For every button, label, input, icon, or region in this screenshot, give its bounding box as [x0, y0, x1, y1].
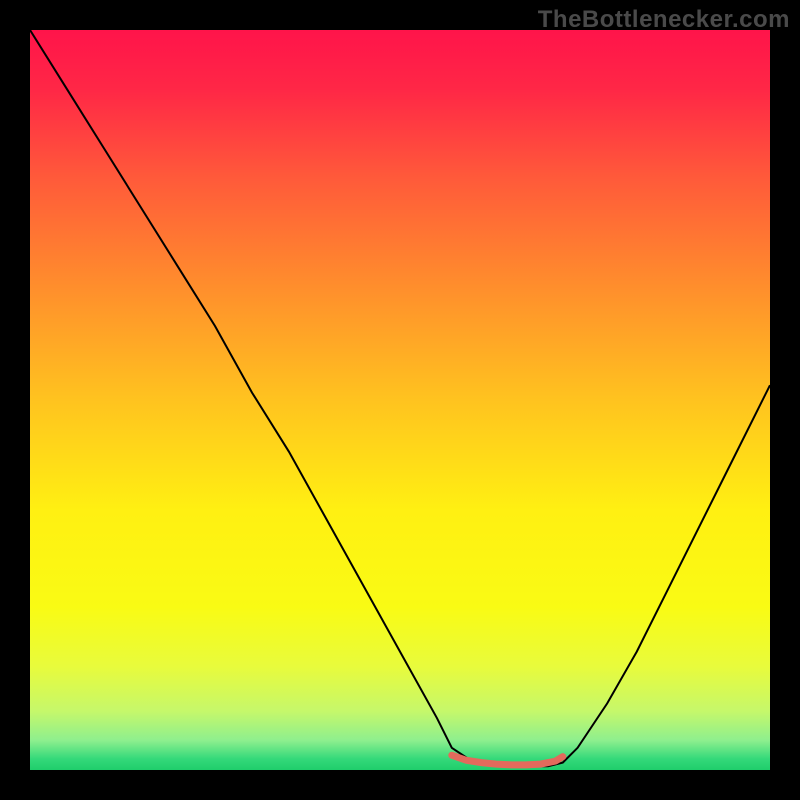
chart-frame	[30, 30, 770, 770]
gradient-rect	[30, 30, 770, 770]
chart-svg	[30, 30, 770, 770]
watermark-text: TheBottlenecker.com	[538, 6, 790, 34]
